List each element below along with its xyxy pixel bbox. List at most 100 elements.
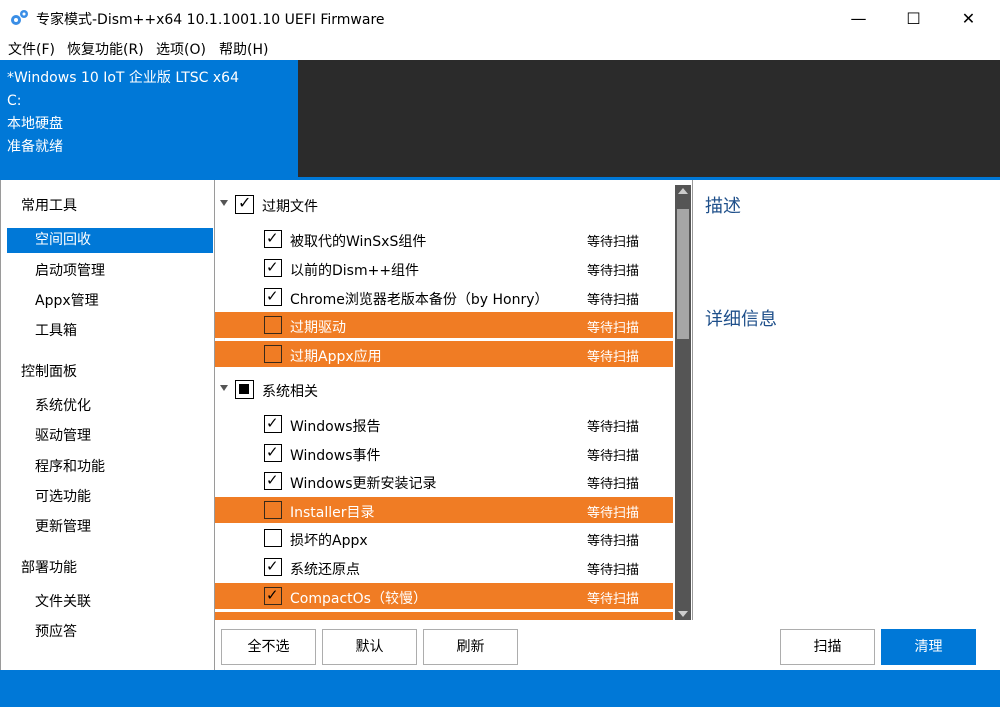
list-item[interactable]: ✓ 被取代的WinSxS组件 等待扫描 [215, 226, 673, 252]
list-scrollbar[interactable] [675, 185, 691, 620]
cleanup-list: ✓ 过期文件 ✓ 被取代的WinSxS组件 等待扫描 ✓ 以前的Dism++组件… [215, 180, 691, 620]
sidebar-item-system-optimize[interactable]: 系统优化 [7, 394, 213, 419]
description-title: 描述 [705, 196, 741, 217]
group-label: 系统相关 [262, 384, 318, 400]
scan-button[interactable]: 扫描 [780, 629, 875, 665]
list-item-partial[interactable] [215, 612, 673, 620]
item-checkbox[interactable]: ✓ [264, 558, 282, 576]
expand-arrow-icon[interactable] [220, 200, 228, 206]
item-status: 等待扫描 [587, 506, 640, 521]
item-label: 过期驱动 [290, 320, 346, 336]
item-label: 以前的Dism++组件 [290, 263, 420, 279]
sidebar-group-control-panel: 控制面板 [21, 364, 77, 380]
clean-button[interactable]: 清理 [881, 629, 976, 665]
checkmark-icon: ✓ [266, 229, 279, 247]
sidebar-item-drivers[interactable]: 驱动管理 [7, 424, 213, 449]
list-item[interactable]: ✓ CompactOs（较慢） 等待扫描 [215, 583, 673, 609]
description-panel: 描述 详细信息 [692, 180, 1000, 620]
item-checkbox[interactable]: ✓ [264, 587, 282, 605]
item-label: Installer目录 [290, 505, 375, 521]
sidebar-group-deploy: 部署功能 [21, 560, 77, 576]
checkmark-icon: ✓ [238, 193, 252, 212]
close-button[interactable]: ✕ [941, 0, 996, 36]
window-title: 专家模式-Dism++x64 10.1.1001.10 UEFI Firmwar… [36, 12, 385, 28]
minimize-button[interactable]: — [831, 0, 886, 36]
sidebar-item-startup[interactable]: 启动项管理 [7, 259, 213, 284]
item-status: 等待扫描 [587, 321, 640, 336]
item-label: 被取代的WinSxS组件 [290, 234, 427, 250]
item-checkbox[interactable] [264, 501, 282, 519]
maximize-button[interactable]: ☐ [886, 0, 941, 36]
sidebar-item-unattend[interactable]: 预应答 [7, 620, 213, 645]
menu-restore[interactable]: 恢复功能(R) [67, 39, 144, 59]
list-item[interactable]: ✓ 以前的Dism++组件 等待扫描 [215, 255, 673, 281]
item-status: 等待扫描 [587, 350, 640, 365]
checkmark-icon: ✓ [266, 586, 279, 604]
item-checkbox[interactable] [264, 316, 282, 334]
list-item[interactable]: Installer目录 等待扫描 [215, 497, 673, 523]
list-item[interactable]: 过期驱动 等待扫描 [215, 312, 673, 338]
list-item[interactable]: ✓ Chrome浏览器老版本备份（by Honry） 等待扫描 [215, 284, 673, 310]
disk-type: 本地硬盘 [7, 116, 63, 132]
item-checkbox[interactable]: ✓ [264, 288, 282, 306]
item-status: 等待扫描 [587, 420, 640, 435]
item-checkbox[interactable]: ✓ [264, 472, 282, 490]
sidebar-item-updates[interactable]: 更新管理 [7, 515, 213, 540]
group-checkbox[interactable] [235, 380, 254, 399]
item-status: 等待扫描 [587, 235, 640, 250]
group-system[interactable]: 系统相关 [215, 375, 675, 403]
menu-bar: 文件(F) 恢复功能(R) 选项(O) 帮助(H) [0, 36, 1000, 60]
sidebar-item-space-recovery[interactable]: 空间回收 [7, 228, 213, 253]
sidebar-item-file-assoc[interactable]: 文件关联 [7, 590, 213, 615]
item-status: 等待扫描 [587, 563, 640, 578]
checkmark-icon: ✓ [266, 443, 279, 461]
item-checkbox[interactable] [264, 529, 282, 547]
list-item[interactable]: 损坏的Appx 等待扫描 [215, 525, 673, 551]
list-item[interactable]: ✓ Windows事件 等待扫描 [215, 440, 673, 466]
session-header: *Windows 10 IoT 企业版 LTSC x64 C: 本地硬盘 准备就… [0, 60, 1000, 177]
group-label: 过期文件 [262, 199, 318, 215]
list-item[interactable]: ✓ Windows报告 等待扫描 [215, 411, 673, 437]
item-label: Windows事件 [290, 448, 381, 464]
expand-arrow-icon[interactable] [220, 385, 228, 391]
sidebar-item-toolbox[interactable]: 工具箱 [7, 319, 213, 344]
sidebar-item-appx[interactable]: Appx管理 [7, 289, 213, 314]
sidebar-item-programs[interactable]: 程序和功能 [7, 455, 213, 480]
checkmark-icon: ✓ [266, 258, 279, 276]
refresh-button[interactable]: 刷新 [423, 629, 518, 665]
menu-help[interactable]: 帮助(H) [219, 39, 268, 59]
partial-check-icon [239, 384, 249, 394]
item-checkbox[interactable]: ✓ [264, 259, 282, 277]
sidebar-item-optional-features[interactable]: 可选功能 [7, 485, 213, 510]
group-expired-files[interactable]: ✓ 过期文件 [215, 190, 675, 218]
default-button[interactable]: 默认 [322, 629, 417, 665]
scroll-up-arrow-icon[interactable] [678, 188, 688, 194]
select-none-button[interactable]: 全不选 [221, 629, 316, 665]
list-item[interactable]: ✓ Windows更新安装记录 等待扫描 [215, 468, 673, 494]
checkmark-icon: ✓ [266, 471, 279, 489]
item-label: 损坏的Appx [290, 533, 368, 549]
group-checkbox[interactable]: ✓ [235, 193, 254, 214]
checkmark-icon: ✓ [266, 557, 279, 575]
os-name: *Windows 10 IoT 企业版 LTSC x64 [7, 70, 239, 86]
list-item[interactable]: ✓ 系统还原点 等待扫描 [215, 554, 673, 580]
item-checkbox[interactable]: ✓ [264, 415, 282, 433]
scroll-down-arrow-icon[interactable] [678, 611, 688, 617]
item-status: 等待扫描 [587, 449, 640, 464]
status-bar [0, 670, 1000, 707]
menu-options[interactable]: 选项(O) [156, 39, 206, 59]
item-checkbox[interactable]: ✓ [264, 444, 282, 462]
item-checkbox[interactable]: ✓ [264, 230, 282, 248]
item-checkbox[interactable] [264, 345, 282, 363]
checkmark-icon: ✓ [266, 287, 279, 305]
title-bar: 专家模式-Dism++x64 10.1.1001.10 UEFI Firmwar… [0, 0, 1000, 36]
item-status: 等待扫描 [587, 293, 640, 308]
checkmark-icon: ✓ [266, 414, 279, 432]
list-item[interactable]: 过期Appx应用 等待扫描 [215, 341, 673, 367]
main-area: 常用工具 空间回收 启动项管理 Appx管理 工具箱 控制面板 系统优化 驱动管… [0, 180, 1000, 670]
menu-file[interactable]: 文件(F) [8, 39, 55, 59]
session-info[interactable]: *Windows 10 IoT 企业版 LTSC x64 C: 本地硬盘 准备就… [0, 60, 298, 177]
session-status: 准备就绪 [7, 139, 63, 155]
item-status: 等待扫描 [587, 592, 640, 607]
scroll-thumb[interactable] [677, 209, 689, 339]
